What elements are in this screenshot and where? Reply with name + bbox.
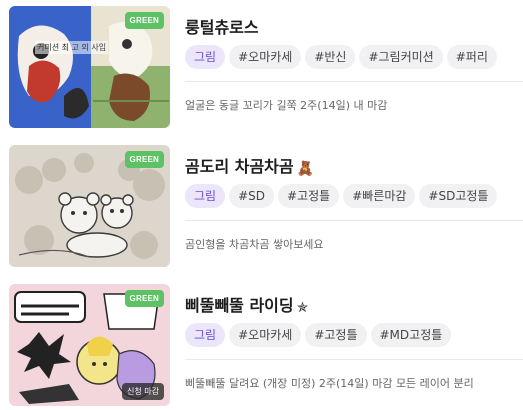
hashtag[interactable]: #퍼리 <box>446 45 497 69</box>
listing-description: 삐뚤빼뚤 달려요 (개장 미정) 2주(14일) 마감 모든 레이어 분리 <box>185 377 474 390</box>
green-badge: GREEN <box>124 12 164 29</box>
closed-badge: 신청 마감 <box>122 383 164 400</box>
listing-thumbnail[interactable]: GREEN <box>9 145 170 267</box>
listing-title-text: 곰도리 차곰차곰 <box>185 157 294 176</box>
divider <box>185 81 523 82</box>
hashtag[interactable]: #오마카세 <box>229 323 302 347</box>
hashtag[interactable]: #그림커미션 <box>359 45 443 69</box>
listing-title[interactable]: 룽털츄로스 <box>185 14 259 38</box>
hashtag[interactable]: #고정틀 <box>278 184 340 208</box>
listing-description: 곰인형을 차곰차곰 쌓아보세요 <box>185 238 324 251</box>
listing-title[interactable]: 삐뚤빼뚤 라이딩 ✯ <box>185 292 308 316</box>
divider <box>185 359 523 360</box>
category-tag[interactable]: 그림 <box>185 323 226 347</box>
thumbnail-caption: 커미션 최 고 의 사입 <box>35 41 109 54</box>
listing-title[interactable]: 곰도리 차곰차곰 🧸 <box>185 153 314 177</box>
hashtag[interactable]: #빠른마감 <box>343 184 416 208</box>
listing-thumbnail[interactable]: GREEN 신청 마감 <box>9 284 170 406</box>
listing-thumbnail[interactable]: 커미션 최 고 의 사입 GREEN <box>9 6 170 128</box>
hashtag[interactable]: #SD <box>229 184 275 208</box>
hashtag[interactable]: #SD고정틀 <box>419 184 498 208</box>
hashtag[interactable]: #반신 <box>305 45 356 69</box>
category-tag[interactable]: 그림 <box>185 184 226 208</box>
tag-list: 그림 #오마카세 #반신 #그림커미션 #퍼리 <box>185 45 501 69</box>
teddy-bear-icon: 🧸 <box>296 161 315 177</box>
tag-list: 그림 #SD #고정틀 #빠른마감 #SD고정틀 <box>185 184 501 208</box>
divider <box>185 220 523 221</box>
hashtag[interactable]: #오마카세 <box>229 45 302 69</box>
green-badge: GREEN <box>124 151 164 168</box>
tag-list: 그림 #오마카세 #고정틀 #MD고정틀 <box>185 323 455 347</box>
listing-description: 얼굴은 동글 꼬리가 길쭉 2주(14일) 내 마감 <box>185 99 388 112</box>
category-tag[interactable]: 그림 <box>185 45 226 69</box>
listing-title-text: 삐뚤빼뚤 라이딩 <box>185 296 294 315</box>
green-badge: GREEN <box>124 290 164 307</box>
hashtag[interactable]: #고정틀 <box>305 323 367 347</box>
hashtag[interactable]: #MD고정틀 <box>370 323 452 347</box>
star-icon: ✯ <box>296 300 309 316</box>
